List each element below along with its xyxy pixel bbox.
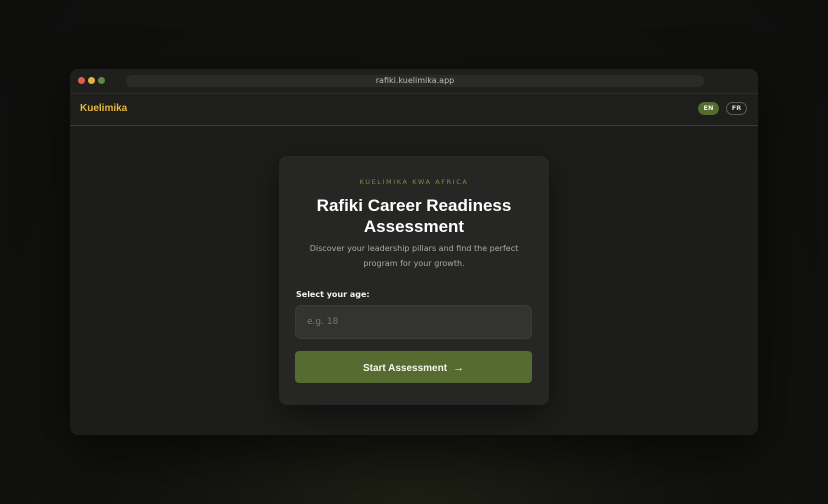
language-fr-button[interactable]: FR bbox=[726, 102, 747, 115]
card-eyebrow: KUELIMIKA KWA AFRICA bbox=[359, 178, 469, 186]
browser-window: rafiki.kuelimika.app Kuelimika EN FR KUE… bbox=[70, 69, 758, 435]
browser-titlebar: rafiki.kuelimika.app bbox=[70, 69, 758, 94]
maximize-window-button[interactable] bbox=[98, 77, 105, 84]
age-input[interactable] bbox=[295, 305, 532, 339]
start-assessment-button[interactable]: Start Assessment → bbox=[295, 351, 532, 383]
address-bar[interactable]: rafiki.kuelimika.app bbox=[126, 75, 704, 87]
app-header: Kuelimika EN FR bbox=[70, 94, 758, 126]
age-label: Select your age: bbox=[296, 290, 370, 299]
close-window-button[interactable] bbox=[78, 77, 85, 84]
page-title: Rafiki Career Readiness Assessment bbox=[316, 196, 512, 236]
desktop-background: rafiki.kuelimika.app Kuelimika EN FR KUE… bbox=[0, 0, 828, 504]
page-subtitle: Discover your leadership pillars and fin… bbox=[309, 244, 519, 268]
minimize-window-button[interactable] bbox=[88, 77, 95, 84]
assessment-card: KUELIMIKA KWA AFRICA Rafiki Career Readi… bbox=[279, 156, 549, 405]
arrow-right-icon: → bbox=[453, 362, 465, 374]
language-en-button[interactable]: EN bbox=[698, 102, 719, 115]
start-assessment-label: Start Assessment bbox=[362, 363, 448, 374]
main-content: KUELIMIKA KWA AFRICA Rafiki Career Readi… bbox=[70, 126, 758, 435]
brand-logo[interactable]: Kuelimika bbox=[80, 103, 127, 114]
